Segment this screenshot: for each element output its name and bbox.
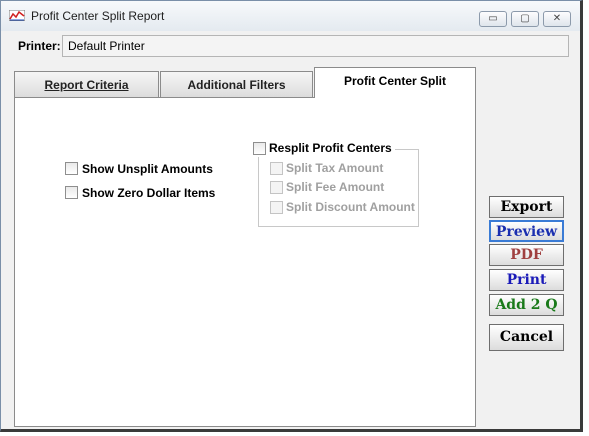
minimize-icon: ▭ <box>488 13 498 24</box>
maximize-icon: ▢ <box>520 13 530 24</box>
split-discount-label[interactable]: Split Discount Amount <box>286 200 415 214</box>
close-icon: ✕ <box>552 13 562 24</box>
show-unsplit-checkbox[interactable] <box>65 162 78 175</box>
split-tax-checkbox[interactable] <box>270 162 283 175</box>
cancel-button[interactable]: Cancel <box>489 324 564 351</box>
printer-label: Printer: <box>18 39 61 53</box>
title-bar[interactable]: Profit Center Split Report ▭ ▢ ✕ <box>1 1 580 31</box>
report-window: Profit Center Split Report ▭ ▢ ✕ Printer… <box>0 0 583 432</box>
tab-additional-filters[interactable]: Additional Filters <box>160 71 313 97</box>
add-to-queue-button[interactable]: Add 2 Q <box>489 294 564 316</box>
resplit-title[interactable]: Resplit Profit Centers <box>269 141 392 155</box>
split-discount-checkbox[interactable] <box>270 201 283 214</box>
close-button[interactable]: ✕ <box>543 11 571 27</box>
profit-center-split-panel <box>14 97 476 427</box>
printer-field[interactable]: Default Printer <box>62 35 569 57</box>
export-button[interactable]: Export <box>489 196 564 218</box>
show-zero-checkbox[interactable] <box>65 186 78 199</box>
show-unsplit-label[interactable]: Show Unsplit Amounts <box>82 162 213 176</box>
show-zero-label[interactable]: Show Zero Dollar Items <box>82 186 215 200</box>
split-fee-label[interactable]: Split Fee Amount <box>286 180 384 194</box>
print-button[interactable]: Print <box>489 269 564 291</box>
pdf-button[interactable]: PDF <box>489 244 564 266</box>
window-title: Profit Center Split Report <box>31 9 165 23</box>
resplit-checkbox-box[interactable] <box>253 142 266 155</box>
tab-profit-center-split[interactable]: Profit Center Split <box>314 67 476 98</box>
report-app-icon <box>9 10 25 21</box>
tab-report-criteria[interactable]: Report Criteria <box>14 71 159 97</box>
preview-button[interactable]: Preview <box>489 220 564 242</box>
minimize-button[interactable]: ▭ <box>479 11 507 27</box>
maximize-button[interactable]: ▢ <box>511 11 539 27</box>
split-tax-label[interactable]: Split Tax Amount <box>286 161 383 175</box>
split-fee-checkbox[interactable] <box>270 181 283 194</box>
